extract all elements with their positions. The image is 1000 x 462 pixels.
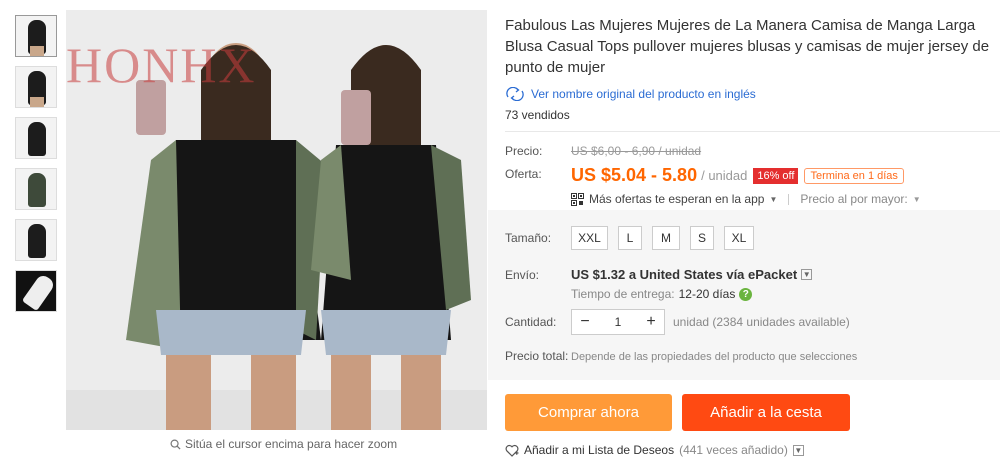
watermark: HONHX: [66, 37, 257, 93]
app-offers-row: Más ofertas te esperan en la app ▼ Preci…: [571, 192, 1000, 206]
size-option-l[interactable]: L: [618, 226, 642, 250]
buy-now-button[interactable]: Comprar ahora: [505, 394, 672, 431]
add-to-cart-button[interactable]: Añadir a la cesta: [682, 394, 850, 431]
thumbnail-2[interactable]: [15, 66, 57, 108]
size-selector: Tamaño: XXL L M S XL: [505, 226, 764, 250]
offer-label: Oferta:: [505, 167, 542, 181]
wishlist-text[interactable]: Añadir a mi Lista de Deseos: [524, 443, 674, 457]
total-price-section: Precio total: Depende de las propiedades…: [505, 349, 857, 363]
quantity-input[interactable]: 1: [598, 315, 638, 329]
bulk-price-link[interactable]: Precio al por mayor:: [800, 192, 907, 206]
zoom-hint: Sitúa el cursor encima para hacer zoom: [170, 437, 397, 451]
decrement-button[interactable]: −: [572, 313, 598, 331]
quantity-section: Cantidad: − 1 + unidad (2384 unidades av…: [505, 309, 850, 335]
offer-row: Oferta: US $5.04 - 5.80 / unidad 16% off…: [505, 165, 1000, 186]
total-label: Precio total:: [505, 349, 569, 363]
qr-code-icon: [571, 192, 584, 206]
phone-right: [341, 90, 371, 145]
discount-badge: 16% off: [753, 167, 799, 184]
thumbnail-1[interactable]: [15, 15, 57, 57]
magnifier-icon: [170, 439, 181, 450]
thumbnail-3[interactable]: [15, 117, 57, 159]
chevron-down-icon: ▼: [912, 194, 921, 204]
zoom-hint-text: Sitúa el cursor encima para hacer zoom: [185, 437, 398, 451]
price-row: Precio: US $6,00 - 6,90 / unidad: [505, 144, 1000, 158]
thumbnail-list: [15, 15, 59, 321]
total-text: Depende de las propiedades del producto …: [571, 351, 858, 363]
chevron-down-icon: ▼: [769, 194, 778, 204]
wishlist-row[interactable]: Añadir a mi Lista de Deseos (441 veces a…: [505, 443, 804, 457]
thumbnail-5[interactable]: [15, 219, 57, 261]
quantity-label: Cantidad:: [505, 315, 557, 329]
ends-badge: Termina en 1 días: [804, 167, 904, 184]
size-label: Tamaño:: [505, 231, 552, 245]
original-name-link-text[interactable]: Ver nombre original del producto en ingl…: [531, 87, 756, 101]
size-option-m[interactable]: M: [652, 226, 680, 250]
shipping-method[interactable]: US $1.32 a United States vía ePacket ▼: [571, 267, 813, 282]
price-label: Precio:: [505, 144, 543, 158]
product-info: Fabulous Las Mujeres Mujeres de La Maner…: [505, 15, 1000, 206]
app-offers-link[interactable]: Más ofertas te esperan en la app: [589, 192, 764, 206]
increment-button[interactable]: +: [638, 313, 664, 331]
original-name-link[interactable]: Ver nombre original del producto en ingl…: [505, 87, 1000, 101]
chevron-down-icon[interactable]: ▼: [801, 269, 813, 280]
offer-price: US $5.04 - 5.80: [571, 165, 698, 185]
available-units: unidad (2384 unidades available): [673, 315, 850, 329]
divider: [505, 131, 1000, 132]
size-option-s[interactable]: S: [690, 226, 714, 250]
help-icon[interactable]: ?: [739, 287, 753, 301]
old-price: US $6,00 - 6,90 / unidad: [571, 144, 702, 158]
shipping-label: Envío:: [505, 268, 540, 282]
divider: [788, 193, 790, 205]
price-unit: / unidad: [701, 168, 748, 183]
sold-count: 73 vendidos: [505, 108, 570, 122]
translate-icon: [506, 87, 524, 101]
shipping-method-text: US $1.32 a United States vía ePacket: [571, 267, 798, 282]
delivery-label: Tiempo de entrega:: [571, 287, 675, 301]
thumbnail-6[interactable]: [15, 270, 57, 312]
chevron-down-icon[interactable]: ▼: [792, 444, 804, 456]
delivery-time: Tiempo de entrega: 12-20 días ?: [571, 287, 812, 301]
wishlist-count: (441 veces añadido): [679, 443, 788, 457]
shipping-section: Envío: US $1.32 a United States vía ePac…: [505, 267, 813, 301]
size-option-xxl[interactable]: XXL: [571, 226, 608, 250]
delivery-days: 12-20 días: [678, 287, 736, 301]
thumbnail-4[interactable]: [15, 168, 57, 210]
quantity-stepper: − 1 +: [571, 309, 665, 335]
heart-plus-icon: [505, 444, 519, 457]
size-option-xl[interactable]: XL: [724, 226, 754, 250]
main-product-image[interactable]: HONHX: [66, 10, 487, 430]
product-title: Fabulous Las Mujeres Mujeres de La Maner…: [505, 17, 990, 76]
